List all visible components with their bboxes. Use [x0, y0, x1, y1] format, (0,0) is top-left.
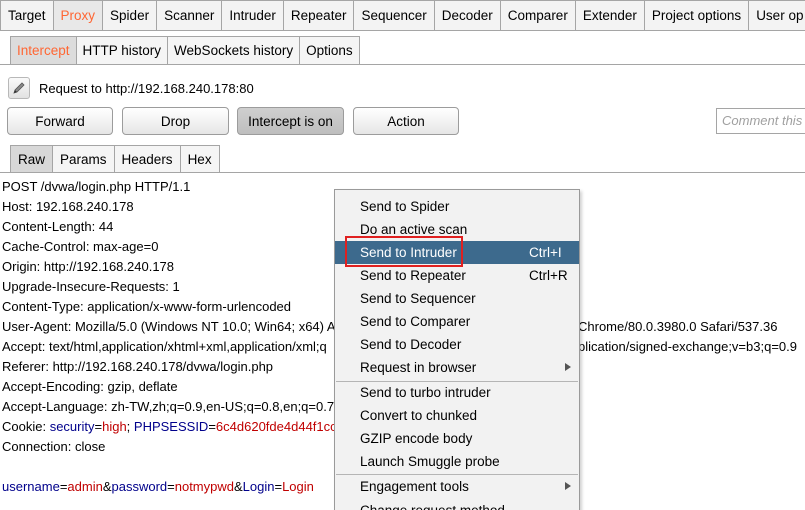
- action-button[interactable]: Action: [353, 107, 459, 135]
- submenu-arrow-icon: [565, 363, 571, 371]
- shortcut-repeater: Ctrl+R: [529, 268, 568, 283]
- menu-item-convert-to-chunked[interactable]: Convert to chunked: [335, 404, 579, 427]
- shortcut-intruder: Ctrl+I: [529, 245, 562, 260]
- tab-options[interactable]: Options: [299, 36, 360, 64]
- burp-suite-window: Target Proxy Spider Scanner Intruder Rep…: [0, 0, 805, 510]
- menu-item-send-to-intruder[interactable]: Send to Intruder Ctrl+I: [335, 236, 579, 267]
- cookie-key-security: security: [49, 419, 95, 434]
- accept-left: Accept: text/html,application/xhtml+xml,…: [2, 339, 327, 354]
- user-agent-left: User-Agent: Mozilla/5.0 (Windows NT 10.0…: [2, 319, 336, 334]
- tab-proxy[interactable]: Proxy: [52, 0, 104, 30]
- drop-button[interactable]: Drop: [122, 107, 229, 135]
- tab-params[interactable]: Params: [52, 145, 115, 172]
- menu-item-gzip-encode-body[interactable]: GZIP encode body: [335, 427, 579, 450]
- menu-item-send-to-turbo-intruder[interactable]: Send to turbo intruder: [335, 381, 579, 404]
- submenu-arrow-icon: [565, 482, 571, 490]
- cookie-prefix: Cookie:: [2, 419, 50, 434]
- intercept-toggle-button[interactable]: Intercept is on: [237, 107, 344, 135]
- tab-scanner[interactable]: Scanner: [156, 0, 223, 30]
- proxy-sub-tab-bar: Intercept HTTP history WebSockets histor…: [0, 31, 805, 65]
- highlight-annotation-box: [345, 236, 463, 267]
- editor-divider: [0, 172, 805, 173]
- menu-item-send-to-spider[interactable]: Send to Spider: [335, 195, 579, 218]
- tab-project-options[interactable]: Project options: [643, 0, 750, 30]
- tab-http-history[interactable]: HTTP history: [75, 36, 169, 64]
- menu-item-send-to-comparer[interactable]: Send to Comparer: [335, 310, 579, 333]
- param-key-login: Login: [242, 479, 275, 494]
- tab-comparer[interactable]: Comparer: [499, 0, 576, 30]
- param-value-password: notmypwd: [174, 479, 234, 494]
- param-key-username: username: [2, 479, 60, 494]
- request-target: Request to http://192.168.240.178:80: [39, 80, 254, 96]
- tab-headers[interactable]: Headers: [113, 145, 181, 172]
- cookie-value-phpsessid: 6c4d620fde4d44f1cc: [215, 419, 337, 434]
- tab-user-options[interactable]: User op: [748, 0, 805, 30]
- message-editor-tabs: Raw Params Headers Hex: [10, 145, 220, 172]
- menu-item-request-in-browser[interactable]: Request in browser: [335, 356, 579, 379]
- tab-raw[interactable]: Raw: [10, 145, 54, 172]
- main-tab-bar: Target Proxy Spider Scanner Intruder Rep…: [0, 0, 805, 31]
- tab-decoder[interactable]: Decoder: [433, 0, 501, 30]
- param-key-password: password: [111, 479, 168, 494]
- accept-right: plication/signed-exchange;v=b3;q=0.9: [578, 339, 797, 354]
- cookie-separator: ;: [126, 419, 134, 434]
- menu-item-send-to-decoder[interactable]: Send to Decoder: [335, 333, 579, 356]
- menu-item-send-to-sequencer[interactable]: Send to Sequencer: [335, 287, 579, 310]
- tab-extender[interactable]: Extender: [574, 0, 645, 30]
- forward-button[interactable]: Forward: [7, 107, 113, 135]
- menu-item-send-to-repeater[interactable]: Send to Repeater Ctrl+R: [335, 264, 579, 287]
- tab-intruder[interactable]: Intruder: [221, 0, 284, 30]
- cookie-key-phpsessid: PHPSESSID: [133, 419, 209, 434]
- user-agent-right: Chrome/80.0.3980.0 Safari/537.36: [578, 319, 778, 334]
- cookie-value-security: high: [102, 419, 127, 434]
- context-menu: Send to Spider Do an active scan Send to…: [334, 189, 580, 510]
- tab-hex[interactable]: Hex: [179, 145, 220, 172]
- tab-websockets-history[interactable]: WebSockets history: [167, 36, 301, 64]
- request-info: Request to http://192.168.240.178:80: [8, 76, 254, 100]
- param-value-username: admin: [67, 479, 103, 494]
- menu-item-engagement-tools[interactable]: Engagement tools: [335, 475, 579, 498]
- param-value-login: Login: [282, 479, 314, 494]
- menu-item-launch-smuggle-probe[interactable]: Launch Smuggle probe: [335, 450, 579, 473]
- edit-pencil-icon[interactable]: [8, 77, 30, 99]
- tab-sequencer[interactable]: Sequencer: [353, 0, 435, 30]
- comment-input[interactable]: Comment this: [716, 108, 805, 134]
- tab-intercept[interactable]: Intercept: [10, 36, 77, 64]
- menu-item-change-request-method[interactable]: Change request method: [335, 499, 579, 510]
- tab-repeater[interactable]: Repeater: [282, 0, 355, 30]
- tab-spider[interactable]: Spider: [102, 0, 158, 30]
- tab-target[interactable]: Target: [0, 0, 54, 30]
